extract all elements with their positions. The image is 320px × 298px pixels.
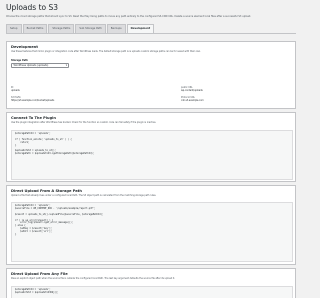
page-title: Uploads to S3	[6, 3, 59, 12]
protocol-value: cdn.s3.example.com	[181, 99, 204, 102]
direct-any-card: Direct Upload From Any File Pass an expl…	[6, 268, 296, 298]
connect-card: Connect To The Plugin Use the plugin int…	[6, 112, 296, 182]
public-url-value: wp-content/uploads	[181, 89, 203, 92]
tab-development[interactable]: Development	[126, 24, 155, 33]
tab-setup[interactable]: Setup	[6, 24, 22, 33]
chevron-down-icon: ▾	[65, 64, 67, 67]
s3-prefix-value: https://s3.example.com/bucket/uploads	[11, 99, 55, 102]
direct-any-text: Pass an explicit object path when the so…	[11, 277, 175, 280]
tab-backups[interactable]: Backups	[106, 24, 126, 33]
tab-divider	[6, 33, 296, 34]
storage-path-selected-value: WordPress Uploads (uploads)	[13, 64, 49, 67]
connect-code-block: $storagePathId = 'uploads'; if ( functio…	[11, 130, 293, 180]
tab-storage-paths[interactable]: Storage Paths	[48, 24, 75, 33]
tab-sub-storage-path[interactable]: Sub Storage Path	[75, 24, 106, 33]
direct-storage-text: Upload a file that already lives under a…	[11, 194, 157, 197]
tab-bucket-paths[interactable]: Bucket Paths	[22, 24, 48, 33]
development-title: Development	[11, 45, 38, 49]
direct-storage-card: Direct Upload From A Storage Path Upload…	[6, 185, 296, 265]
tab-bar: Setup Bucket Paths Storage Paths Sub Sto…	[6, 24, 155, 33]
storage-path-label: Storage Path	[11, 59, 28, 62]
direct-storage-title: Direct Upload From A Storage Path	[11, 189, 82, 193]
connect-text: Use the plugin integration after WordPre…	[11, 121, 157, 124]
page-description: Choose the cloud storage paths that shou…	[6, 15, 252, 18]
id-value: uploads	[11, 89, 20, 92]
development-card: Development Use these features that mimi…	[6, 41, 296, 109]
direct-any-title: Direct Upload From Any File	[11, 272, 68, 276]
storage-path-select[interactable]: WordPress Uploads (uploads) ▾	[11, 63, 69, 68]
direct-any-code-block: $storagePathId = 'uploads'; $uploadsToS3…	[11, 286, 293, 298]
connect-title: Connect To The Plugin	[11, 116, 56, 120]
development-text: Use these features that mimic plugin or …	[11, 50, 201, 53]
direct-storage-code-block: $storagePathId = 'uploads'; $sourceFile …	[11, 202, 293, 262]
